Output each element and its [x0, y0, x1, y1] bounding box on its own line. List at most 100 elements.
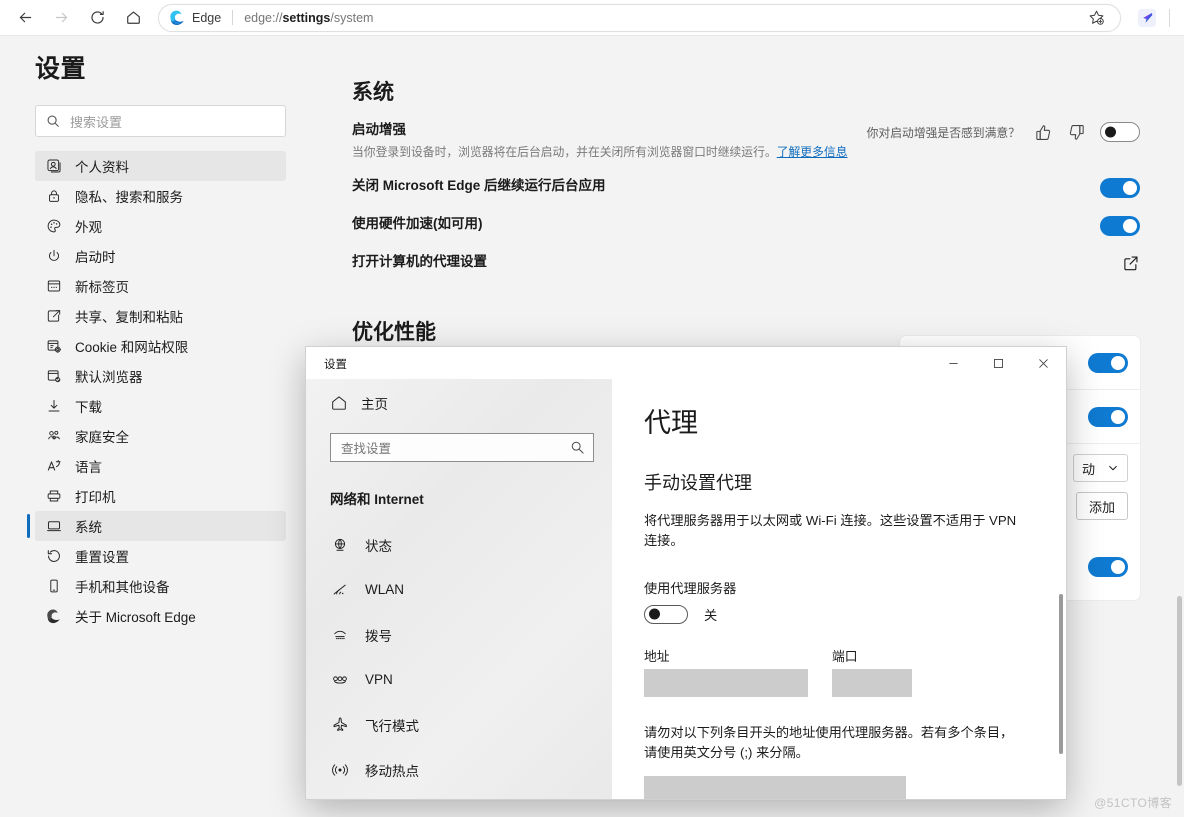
sidebar-item-language[interactable]: 语言: [35, 451, 286, 481]
sidebar-item-printer[interactable]: 打印机: [35, 481, 286, 511]
proxy-heading: 代理: [644, 408, 698, 438]
dialog-search-box[interactable]: 查找设置: [330, 433, 594, 462]
port-input[interactable]: [832, 668, 912, 697]
sidebar-item-about-edge[interactable]: 关于 Microsoft Edge: [35, 601, 286, 631]
performance-toggle-2[interactable]: [1088, 406, 1128, 427]
profile-icon: [45, 158, 62, 175]
windows-settings-dialog: 设置 主页 查找设置 网络和 Internet 状态 WLAN 拨号 VPN 飞…: [306, 347, 1066, 799]
add-button[interactable]: 添加: [1075, 492, 1128, 520]
setting-label: 启动增强: [352, 122, 406, 137]
extension-icon[interactable]: [1133, 4, 1161, 32]
learn-more-link[interactable]: 了解更多信息: [777, 145, 848, 159]
sidebar-item-appearance[interactable]: 外观: [35, 211, 286, 241]
sidebar-item-family[interactable]: 家庭安全: [35, 421, 286, 451]
browser-toolbar: Edge edge://settings/system: [0, 0, 1184, 36]
sidebar-item-startup[interactable]: 启动时: [35, 241, 286, 271]
sidebar-item-privacy[interactable]: 隐私、搜索和服务: [35, 181, 286, 211]
dialog-nav-hotspot[interactable]: 移动热点: [324, 747, 594, 792]
hotspot-icon: [330, 760, 349, 779]
url-suffix: /system: [330, 10, 374, 25]
home-button[interactable]: [118, 3, 148, 33]
refresh-button[interactable]: [82, 3, 112, 33]
setting-row-controls: [1100, 176, 1140, 198]
maximize-button[interactable]: [976, 347, 1021, 379]
dialog-nav-vpn[interactable]: VPN: [324, 657, 594, 702]
sidebar-item-downloads[interactable]: 下载: [35, 391, 286, 421]
vpn-icon: [330, 670, 349, 689]
close-button[interactable]: [1021, 347, 1066, 379]
settings-search-box[interactable]: 搜索设置: [35, 105, 286, 137]
toggle-knob: [1123, 218, 1137, 233]
dialog-nav-wlan[interactable]: WLAN: [324, 567, 594, 612]
setting-row-open-proxy-settings[interactable]: 打开计算机的代理设置: [352, 238, 1140, 276]
address-bar[interactable]: Edge edge://settings/system: [158, 3, 1121, 32]
sidebar-item-profile[interactable]: 个人资料: [35, 151, 286, 181]
toggle-knob: [1105, 126, 1116, 138]
address-input[interactable]: [644, 668, 808, 697]
sidebar-item-share[interactable]: 共享、复制和粘贴: [35, 301, 286, 331]
startup-boost-toggle[interactable]: [1100, 122, 1140, 142]
page-scrollbar[interactable]: [1177, 596, 1182, 786]
thumbs-down-icon[interactable]: [1067, 123, 1086, 142]
dialog-group-title: 网络和 Internet: [330, 492, 424, 507]
dialog-nav-status[interactable]: 状态: [324, 522, 594, 567]
screen: Edge edge://settings/system 设置 搜索设置 个人资料…: [0, 0, 1184, 817]
performance-toggle-1[interactable]: [1088, 352, 1128, 373]
use-proxy-toggle[interactable]: [644, 604, 688, 624]
language-icon: [45, 458, 62, 475]
download-icon: [45, 398, 62, 415]
dialog-nav-list: 状态 WLAN 拨号 VPN 飞行模式 移动热点: [324, 522, 594, 792]
printer-icon: [45, 488, 62, 505]
sidebar-item-system[interactable]: 系统: [27, 511, 286, 541]
dialog-nav-airplane[interactable]: 飞行模式: [324, 702, 594, 747]
dialog-nav-label: VPN: [365, 672, 393, 687]
forward-button[interactable]: [46, 3, 76, 33]
add-favorite-icon[interactable]: [1082, 4, 1110, 32]
dialog-titlebar[interactable]: 设置: [306, 347, 1066, 379]
performance-toggle-3[interactable]: [1088, 557, 1128, 577]
hardware-acceleration-toggle[interactable]: [1100, 215, 1140, 236]
setting-label: 关闭 Microsoft Edge 后继续运行后台应用: [352, 177, 606, 193]
port-field-group: 端口: [832, 646, 912, 697]
external-link-icon[interactable]: [1122, 254, 1140, 272]
setting-description-text: 当你登录到设备时，浏览器将在后台启动，并在关闭所有浏览器窗口时继续运行。: [352, 145, 777, 160]
back-button[interactable]: [10, 3, 40, 33]
url-bold-segment: settings: [282, 10, 331, 25]
watermark: @51CTO博客: [1094, 796, 1172, 810]
exceptions-input[interactable]: [644, 775, 906, 799]
dialog-nav-dialup[interactable]: 拨号: [324, 612, 594, 657]
setting-label: 打开计算机的代理设置: [352, 253, 487, 269]
sidebar-item-cookies[interactable]: Cookie 和网站权限: [35, 331, 286, 361]
performance-dropdown[interactable]: 动: [1072, 454, 1128, 482]
setting-row-background-apps: 关闭 Microsoft Edge 后继续运行后台应用: [352, 162, 1140, 200]
sidebar-label: 默认浏览器: [75, 370, 143, 385]
proxy-subheading: 手动设置代理: [644, 472, 752, 493]
sidebar-item-reset[interactable]: 重置设置: [35, 541, 286, 571]
system-icon: [45, 518, 62, 535]
phone-icon: [45, 578, 62, 595]
toggle-knob: [649, 608, 660, 620]
background-apps-toggle[interactable]: [1100, 177, 1140, 198]
thumbs-up-icon[interactable]: [1034, 123, 1053, 142]
feedback-question: 你对启动增强是否感到满意？: [866, 125, 1020, 140]
use-proxy-label: 使用代理服务器: [644, 580, 737, 596]
dropdown-value: 动: [1081, 461, 1095, 477]
dialog-nav-label: 移动热点: [365, 763, 419, 779]
settings-title: 设置: [35, 55, 87, 83]
toggle-knob: [1111, 560, 1125, 574]
sidebar-item-default-browser[interactable]: 默认浏览器: [35, 361, 286, 391]
dialog-scrollbar[interactable]: [1059, 594, 1063, 754]
minimize-button[interactable]: [931, 347, 976, 379]
setting-row-controls: [1122, 252, 1140, 272]
sidebar-item-phone[interactable]: 手机和其他设备: [35, 571, 286, 601]
sidebar-label: 重置设置: [75, 550, 129, 565]
globe-icon: [330, 535, 349, 554]
sidebar-item-newtab[interactable]: 新标签页: [35, 271, 286, 301]
dialog-nav-label: WLAN: [365, 582, 405, 597]
dialog-home-link[interactable]: 主页: [330, 393, 594, 413]
use-proxy-state: 关: [704, 607, 718, 623]
setting-row-text: 启动增强 当你登录到设备时，浏览器将在后台启动，并在关闭所有浏览器窗口时继续运行…: [352, 120, 848, 162]
sidebar-label: Cookie 和网站权限: [75, 340, 189, 355]
toggle-knob: [1111, 355, 1125, 370]
dialog-title: 设置: [324, 359, 347, 371]
